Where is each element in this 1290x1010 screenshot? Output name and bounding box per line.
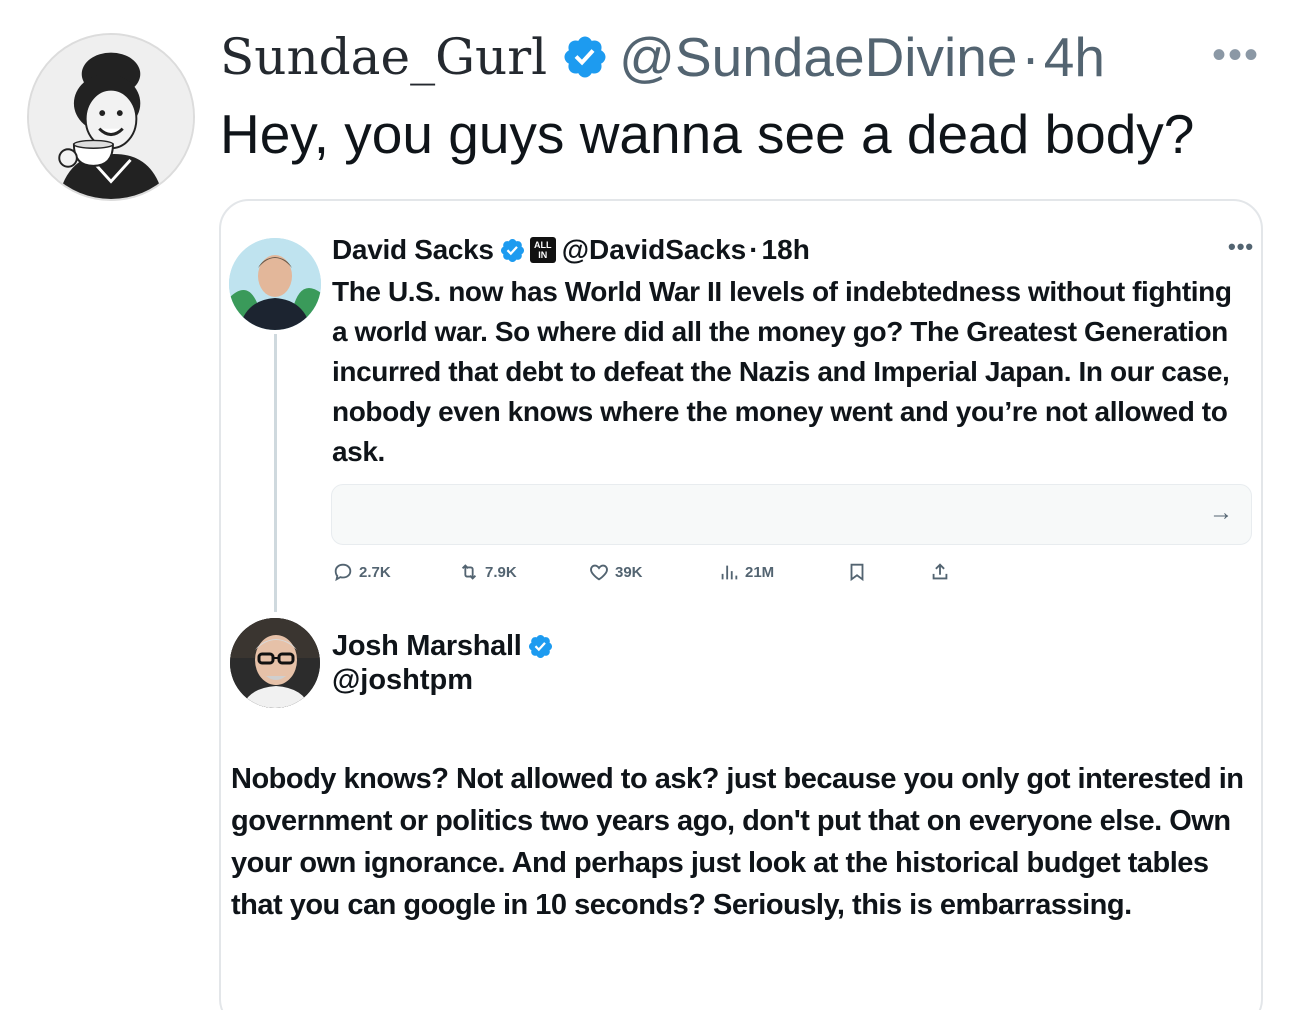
affiliate-badge-icon[interactable]: ALL IN bbox=[529, 237, 556, 263]
reply-icon bbox=[334, 563, 352, 582]
verified-badge-icon bbox=[500, 238, 524, 262]
share-button[interactable] bbox=[929, 558, 951, 586]
post-text: Hey, you guys wanna see a dead body? bbox=[220, 103, 1195, 165]
reply-display-name[interactable]: Josh Marshall bbox=[332, 630, 522, 663]
heart-icon bbox=[590, 564, 608, 581]
post-timestamp[interactable]: 4h bbox=[1044, 25, 1105, 89]
bookmark-icon bbox=[850, 563, 864, 582]
views-count: 21M bbox=[745, 563, 775, 581]
affiliate-badge-top: ALL bbox=[533, 240, 552, 250]
quoted-display-name[interactable]: David Sacks bbox=[332, 234, 494, 266]
thread-connector-line bbox=[274, 334, 277, 612]
josh-marshall-avatar[interactable] bbox=[230, 618, 320, 708]
quoted-handle[interactable]: @DavidSacks bbox=[562, 234, 747, 266]
reply-button[interactable]: 2.7K bbox=[332, 558, 391, 586]
quoted-tweet-text: The U.S. now has World War II levels of … bbox=[332, 276, 1232, 467]
bookmark-button[interactable] bbox=[846, 558, 868, 586]
reply-header: Josh Marshall bbox=[332, 626, 558, 666]
arrow-right-icon: → bbox=[1209, 499, 1233, 526]
david-sacks-avatar[interactable] bbox=[229, 238, 321, 330]
like-button[interactable]: 39K bbox=[588, 558, 643, 586]
more-options-icon[interactable]: ••• bbox=[1212, 35, 1260, 75]
reply-count: 2.7K bbox=[359, 563, 391, 581]
link-preview-card[interactable]: → bbox=[331, 484, 1252, 545]
verified-badge-icon bbox=[564, 36, 606, 78]
post-separator: · bbox=[1021, 26, 1040, 88]
reply-handle[interactable]: @joshtpm bbox=[332, 664, 473, 697]
retweet-count: 7.9K bbox=[485, 563, 517, 581]
reply-text: Nobody knows? Not allowed to ask? just b… bbox=[231, 763, 1244, 921]
sundae-gurl-avatar[interactable] bbox=[27, 33, 195, 201]
share-icon bbox=[932, 563, 948, 580]
like-count: 39K bbox=[615, 563, 643, 581]
quoted-tweet-header: David Sacks ALL IN @DavidSacks · 18h bbox=[332, 230, 1210, 270]
views-button[interactable]: 21M bbox=[718, 558, 774, 586]
quoted-timestamp[interactable]: 18h bbox=[762, 234, 810, 266]
retweet-icon bbox=[461, 564, 477, 580]
quoted-separator: · bbox=[749, 234, 759, 265]
quoted-more-options-icon[interactable]: ••• bbox=[1228, 234, 1254, 260]
analytics-icon bbox=[721, 565, 738, 580]
verified-badge-icon bbox=[528, 634, 552, 658]
affiliate-badge-bottom: IN bbox=[538, 250, 548, 260]
post-display-name[interactable]: Sundae_Gurl bbox=[220, 28, 547, 86]
retweet-button[interactable]: 7.9K bbox=[458, 558, 517, 586]
post-header: Sundae_Gurl @SundaeDivine · 4h bbox=[220, 24, 1140, 90]
post-handle[interactable]: @SundaeDivine bbox=[619, 25, 1017, 89]
